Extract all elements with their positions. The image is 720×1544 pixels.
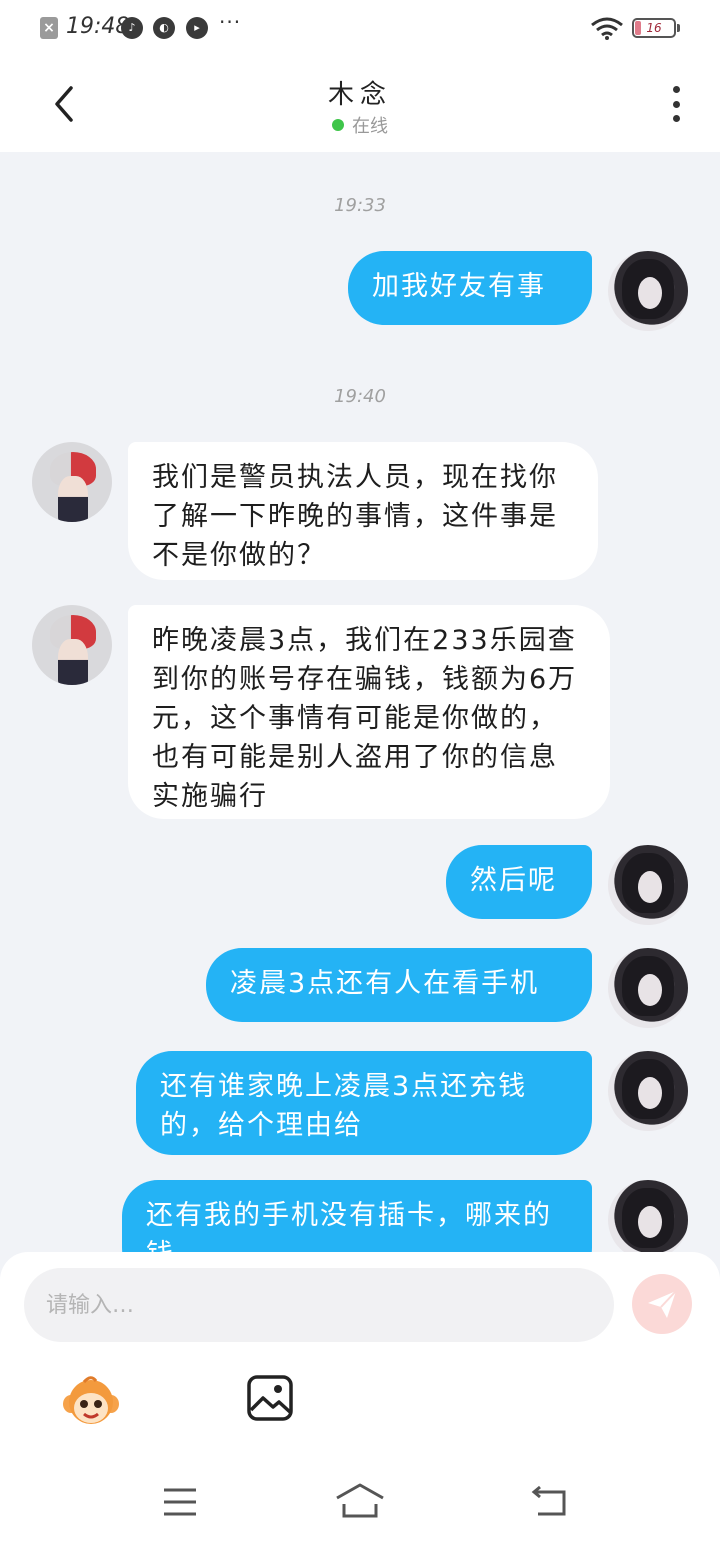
my-avatar[interactable] [608,1051,688,1131]
send-icon [648,1290,677,1318]
message-timestamp: 19:40 [334,386,386,407]
my-avatar[interactable] [608,845,688,925]
my-avatar[interactable] [608,251,688,331]
contact-name: 木念 [327,80,392,110]
message-input[interactable] [24,1268,614,1342]
contact-avatar[interactable] [32,605,112,685]
chat-header: 木念 在线 [0,56,720,152]
contact-avatar[interactable] [32,442,112,522]
send-button[interactable] [632,1274,692,1334]
status-time: 19:48 [66,14,130,39]
play-app-icon: ▸ [186,17,208,39]
more-vertical-icon [672,86,680,93]
outgoing-message[interactable]: 凌晨3点还有人在看手机 [206,948,592,1022]
online-status: 在线 [0,112,720,138]
notification-close-icon: × [40,17,58,39]
outgoing-message[interactable]: 然后呢 [446,845,592,919]
menu-icon[interactable] [162,1486,198,1518]
my-avatar[interactable] [608,948,688,1028]
image-icon[interactable] [246,1374,294,1422]
battery-level: 16 [646,21,662,35]
online-dot [332,119,344,131]
emoji-monkey-icon[interactable] [62,1372,120,1430]
status-bar: × 19:48 ♪ ◐ ▸ ··· 16 [0,0,720,56]
more-options-button[interactable] [660,80,692,128]
outgoing-message[interactable]: 还有谁家晚上凌晨3点还充钱的，给个理由给 [136,1051,592,1155]
compass-app-icon: ◐ [153,17,175,39]
status-more-indicator: ··· [219,10,242,34]
battery-icon: 16 [632,18,680,38]
outgoing-message[interactable]: 加我好友有事 [348,251,592,325]
message-timestamp: 19:33 [334,195,386,216]
back-arrow-icon[interactable] [530,1484,570,1518]
incoming-message[interactable]: 昨晚凌晨3点，我们在233乐园查到你的账号存在骗钱，钱额为6万元，这个事情有可能… [128,605,610,819]
online-status-label: 在线 [352,116,388,137]
my-avatar[interactable] [608,1180,688,1260]
incoming-message[interactable]: 我们是警员执法人员，现在找你了解一下昨晚的事情，这件事是不是你做的？ [128,442,598,580]
wifi-icon [591,17,623,40]
home-icon[interactable] [334,1482,386,1520]
audio-app-icon: ♪ [121,17,143,39]
